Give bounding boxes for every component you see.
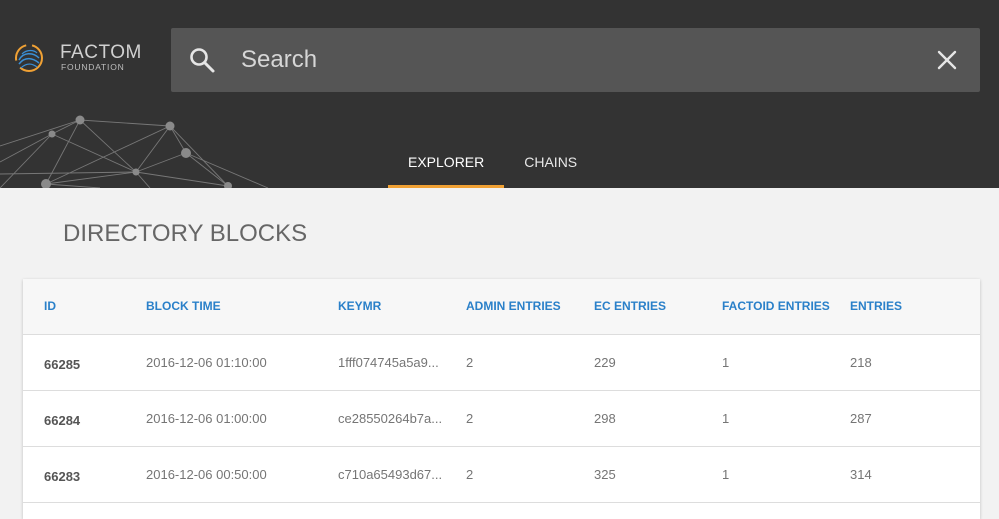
search-input[interactable]: [241, 40, 891, 80]
brand-subtitle: FOUNDATION: [61, 62, 125, 72]
admin-entries: 2: [466, 467, 474, 482]
table-row[interactable]: 66284 2016-12-06 01:00:00 ce28550264b7a.…: [23, 391, 980, 447]
ec-entries: 229: [594, 355, 616, 370]
column-header-block-time[interactable]: BLOCK TIME: [146, 299, 221, 313]
factoid-entries: 1: [722, 355, 730, 370]
network-decoration-icon: [0, 115, 269, 188]
admin-entries: 2: [466, 411, 474, 426]
block-id[interactable]: 66283: [44, 469, 80, 484]
block-id[interactable]: 66284: [44, 413, 80, 428]
column-header-id[interactable]: ID: [44, 299, 56, 313]
block-keymr[interactable]: ce28550264b7a...: [338, 411, 448, 426]
entries: 218: [850, 355, 872, 370]
factom-logo[interactable]: FACTOM FOUNDATION: [13, 42, 143, 76]
entries: 314: [850, 467, 872, 482]
block-time: 2016-12-06 01:00:00: [146, 411, 267, 426]
directory-blocks-table: ID BLOCK TIME KEYMR ADMIN ENTRIES EC ENT…: [23, 279, 980, 519]
search-icon[interactable]: [188, 46, 216, 74]
column-header-admin-entries[interactable]: ADMIN ENTRIES: [466, 299, 561, 313]
block-keymr[interactable]: 1fff074745a5a9...: [338, 355, 448, 370]
column-header-keymr[interactable]: KEYMR: [338, 299, 448, 313]
column-header-entries[interactable]: ENTRIES: [850, 299, 902, 313]
factoid-entries: 1: [722, 411, 730, 426]
block-time: 2016-12-06 01:10:00: [146, 355, 267, 370]
close-icon[interactable]: [935, 48, 959, 72]
factom-logo-icon: [15, 44, 43, 72]
brand-name: FACTOM: [60, 42, 142, 63]
table-row[interactable]: 66285 2016-12-06 01:10:00 1fff074745a5a9…: [23, 335, 980, 391]
table-header: ID BLOCK TIME KEYMR ADMIN ENTRIES EC ENT…: [23, 279, 980, 335]
search-bar: [171, 28, 980, 92]
column-header-ec-entries[interactable]: EC ENTRIES: [594, 299, 666, 313]
admin-entries: 2: [466, 355, 474, 370]
entries: 287: [850, 411, 872, 426]
tab-chains[interactable]: CHAINS: [504, 140, 597, 188]
ec-entries: 325: [594, 467, 616, 482]
block-time: 2016-12-06 00:50:00: [146, 467, 267, 482]
column-header-factoid-entries[interactable]: FACTOID ENTRIES: [722, 299, 830, 313]
nav-tabs: EXPLORER CHAINS: [388, 140, 597, 188]
ec-entries: 298: [594, 411, 616, 426]
tab-explorer[interactable]: EXPLORER: [388, 140, 505, 188]
table-row[interactable]: 66283 2016-12-06 00:50:00 c710a65493d67.…: [23, 447, 980, 503]
page-title: DIRECTORY BLOCKS: [63, 220, 308, 247]
block-keymr[interactable]: c710a65493d67...: [338, 467, 448, 482]
block-id[interactable]: 66285: [44, 357, 80, 372]
factoid-entries: 1: [722, 467, 730, 482]
app-header: FACTOM FOUNDATION EXPLORER CHAINS: [0, 0, 999, 188]
